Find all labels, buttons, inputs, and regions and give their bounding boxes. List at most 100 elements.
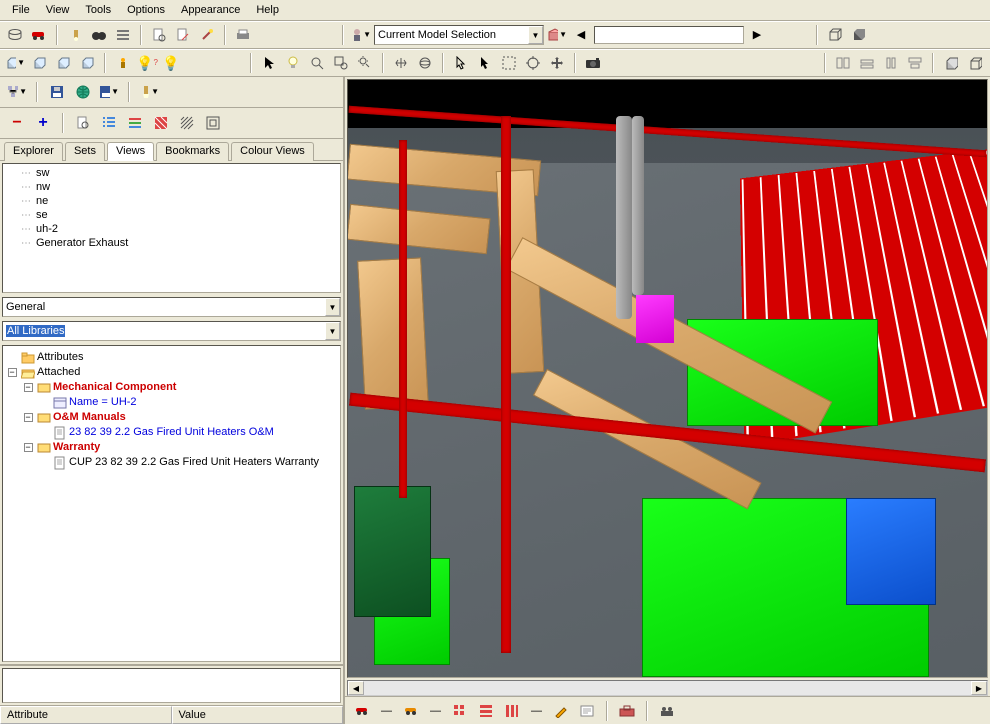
box-wire2-icon[interactable] [964, 52, 986, 74]
save2-icon[interactable]: ▼ [98, 81, 120, 103]
note-icon[interactable] [576, 700, 598, 722]
col-value[interactable]: Value [172, 706, 344, 724]
tree-row-name[interactable]: Name = UH-2 [5, 395, 338, 410]
doc-zoom-icon[interactable] [72, 112, 94, 134]
tab-views[interactable]: Views [107, 142, 154, 161]
remove-icon[interactable]: − [6, 112, 28, 134]
car-icon[interactable] [28, 24, 50, 46]
tab-bookmarks[interactable]: Bookmarks [156, 142, 229, 161]
align3-icon[interactable] [880, 52, 902, 74]
zoom-icon[interactable] [306, 52, 328, 74]
tab-explorer[interactable]: Explorer [4, 142, 63, 161]
combo-dropdown-icon[interactable]: ▼ [325, 298, 340, 316]
library-combo[interactable]: All Libraries ▼ [2, 321, 341, 341]
open-db-icon[interactable] [4, 24, 26, 46]
cube4-icon[interactable] [76, 52, 98, 74]
bulb-q-icon[interactable]: 💡? [136, 52, 158, 74]
people-icon[interactable] [656, 700, 678, 722]
list-icon[interactable] [112, 24, 134, 46]
scroll-right-icon[interactable]: ▶ [971, 681, 987, 695]
camera-icon[interactable] [582, 52, 604, 74]
tree-row-warranty[interactable]: − Warranty [5, 440, 338, 455]
slider-track[interactable] [594, 26, 744, 44]
box-shade-icon[interactable] [940, 52, 962, 74]
tree-row-mech-comp[interactable]: − Mechanical Component [5, 380, 338, 395]
wand-icon[interactable] [196, 24, 218, 46]
bars-icon[interactable] [124, 112, 146, 134]
toolbox-icon[interactable] [616, 700, 638, 722]
binoculars-icon[interactable] [88, 24, 110, 46]
pointer-icon[interactable] [258, 52, 280, 74]
col-attribute[interactable]: Attribute [0, 706, 172, 724]
tree-item[interactable]: ⋯nw [7, 180, 336, 194]
frame-icon[interactable] [202, 112, 224, 134]
cube1-icon[interactable]: ▼ [4, 52, 26, 74]
hatch-icon[interactable] [176, 112, 198, 134]
scroll-left-icon[interactable]: ◀ [348, 681, 364, 695]
tree-item[interactable]: ⋯sw [7, 166, 336, 180]
menu-help[interactable]: Help [248, 2, 287, 18]
doc-search-icon[interactable] [148, 24, 170, 46]
add-icon[interactable]: + [32, 112, 54, 134]
align4-icon[interactable] [904, 52, 926, 74]
3d-viewport[interactable] [347, 79, 988, 678]
cube-wire-icon[interactable] [824, 24, 846, 46]
print-icon[interactable] [232, 24, 254, 46]
collapse-icon[interactable]: − [8, 368, 17, 377]
tab-sets[interactable]: Sets [65, 142, 105, 161]
bulb-small-icon[interactable] [282, 52, 304, 74]
car-red-icon[interactable] [351, 700, 373, 722]
save-floppy-icon[interactable] [46, 81, 68, 103]
menu-view[interactable]: View [38, 2, 78, 18]
bulb-icon[interactable]: 💡 [160, 52, 182, 74]
tree-icon[interactable]: ▼ [6, 81, 28, 103]
orbit-icon[interactable] [414, 52, 436, 74]
align1-icon[interactable] [832, 52, 854, 74]
move-icon[interactable] [546, 52, 568, 74]
zoom-window-icon[interactable] [330, 52, 352, 74]
cube-dark-icon[interactable] [848, 24, 870, 46]
tree-item[interactable]: ⋯Generator Exhaust [7, 236, 336, 250]
viewport-scrollbar[interactable]: ◀ ▶ [347, 680, 988, 696]
slider-next-icon[interactable]: ▶ [746, 24, 768, 46]
tree-row-om-doc[interactable]: 23 82 39 2.2 Gas Fired Unit Heaters O&M [5, 425, 338, 440]
car-orange-icon[interactable] [400, 700, 422, 722]
grid-red2-icon[interactable] [475, 700, 497, 722]
tree-item[interactable]: ⋯ne [7, 194, 336, 208]
list2-icon[interactable] [98, 112, 120, 134]
tree-row-warranty-doc[interactable]: CUP 23 82 39 2.2 Gas Fired Unit Heaters … [5, 455, 338, 470]
cube3-icon[interactable] [52, 52, 74, 74]
tree-item[interactable]: ⋯se [7, 208, 336, 222]
globe-icon[interactable] [72, 81, 94, 103]
tree-item[interactable]: ⋯uh-2 [7, 222, 336, 236]
select-arrow2-icon[interactable] [474, 52, 496, 74]
select-box-icon[interactable] [498, 52, 520, 74]
package-icon[interactable]: ▼ [546, 24, 568, 46]
flashlight-icon[interactable] [64, 24, 86, 46]
menu-file[interactable]: File [4, 2, 38, 18]
combo-dropdown-icon[interactable]: ▼ [528, 26, 543, 44]
collapse-icon[interactable]: − [24, 413, 33, 422]
crosshair-icon[interactable] [522, 52, 544, 74]
property-grid-body[interactable] [2, 668, 341, 703]
menu-appearance[interactable]: Appearance [173, 2, 248, 18]
pan-icon[interactable] [390, 52, 412, 74]
person-select-icon[interactable]: ▼ [350, 24, 372, 46]
tree-row-om-manuals[interactable]: − O&M Manuals [5, 410, 338, 425]
select-arrow-icon[interactable] [450, 52, 472, 74]
selection-mode-combo[interactable]: Current Model Selection ▼ [374, 25, 544, 45]
tab-colour-views[interactable]: Colour Views [231, 142, 314, 161]
light-person-icon[interactable] [112, 52, 134, 74]
doc-edit-icon[interactable] [172, 24, 194, 46]
grid-red-icon[interactable] [449, 700, 471, 722]
pencil-icon[interactable] [550, 700, 572, 722]
flashlight2-icon[interactable]: ▼ [138, 81, 160, 103]
align2-icon[interactable] [856, 52, 878, 74]
menu-tools[interactable]: Tools [77, 2, 119, 18]
grid-red3-icon[interactable] [501, 700, 523, 722]
collapse-icon[interactable]: − [24, 383, 33, 392]
zoom-extent-icon[interactable] [354, 52, 376, 74]
group-combo[interactable]: General ▼ [2, 297, 341, 317]
cube2-icon[interactable] [28, 52, 50, 74]
tree-row-attributes[interactable]: Attributes [5, 350, 338, 365]
